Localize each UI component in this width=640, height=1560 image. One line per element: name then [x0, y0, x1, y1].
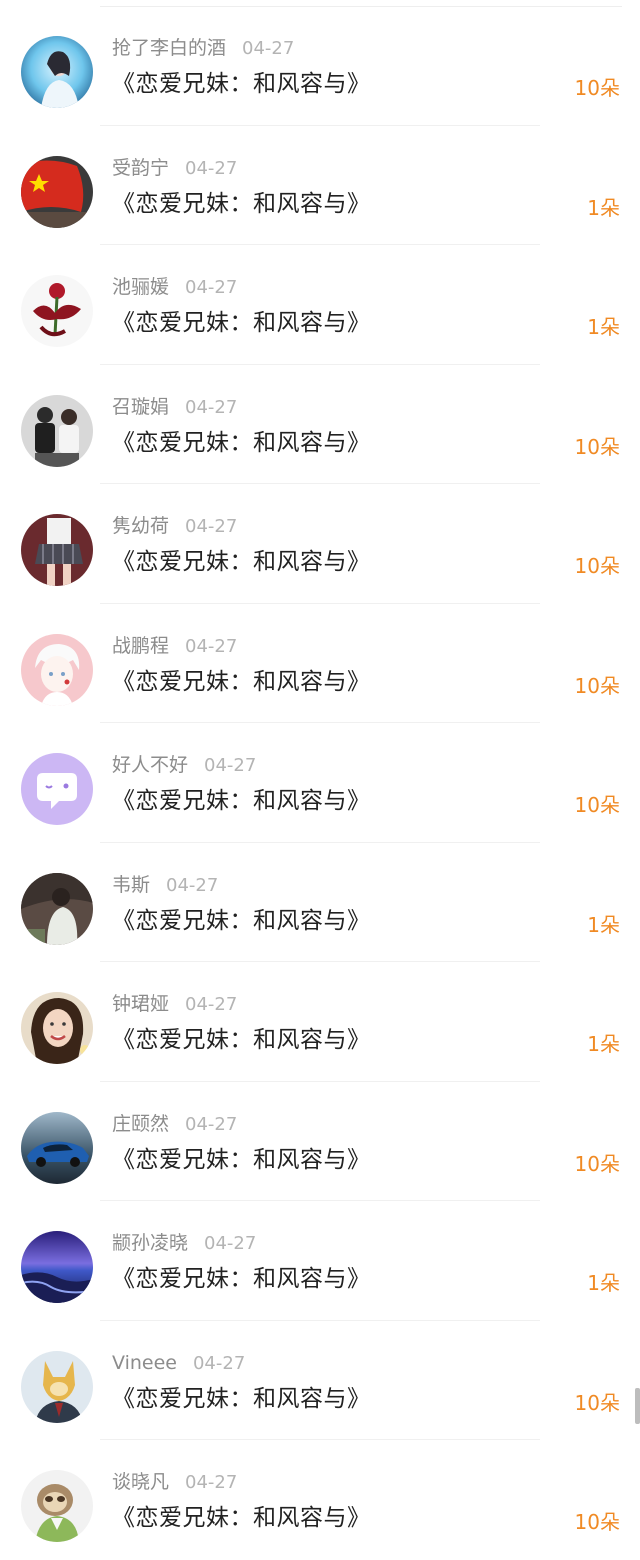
gift-count: 10朵 — [574, 673, 620, 698]
avatar-purple-chat-icon[interactable] — [21, 753, 93, 825]
item-meta: 好人不好 04-27 — [112, 751, 256, 779]
username[interactable]: 庄颐然 — [112, 1113, 169, 1135]
avatar-night-sea-icon[interactable] — [21, 1231, 93, 1303]
book-title[interactable]: 《恋爱兄妹：和风容与》 — [112, 905, 371, 937]
avatar-girl-dark-icon[interactable] — [21, 872, 93, 945]
gift-count: 1朵 — [587, 1032, 620, 1056]
item-meta: 庄颐然 04-27 — [112, 1110, 237, 1138]
avatar-sloth-icon[interactable] — [21, 1470, 93, 1542]
date: 04-27 — [185, 157, 238, 179]
username[interactable]: 召璇娟 — [112, 396, 169, 418]
gift-list: 抢了李白的酒 04-27 《恋爱兄妹：和风容与》 10朵 受韵宁 04-27 《恋爱… — [0, 0, 640, 1559]
date: 04-27 — [204, 755, 257, 776]
username[interactable]: 抢了李白的酒 — [112, 37, 226, 59]
gift-count: 10朵 — [574, 793, 620, 817]
list-item[interactable]: 好人不好 04-27 《恋爱兄妹：和风容与》 10朵 — [0, 723, 640, 843]
list-item[interactable]: 韦斯 04-27 《恋爱兄妹：和风容与》 1朵 — [0, 843, 640, 962]
username[interactable]: 战鹏程 — [112, 635, 169, 657]
list-item[interactable]: 受韵宁 04-27 《恋爱兄妹：和风容与》 1朵 — [0, 126, 640, 245]
item-meta: 谈晓凡 04-27 — [112, 1468, 237, 1496]
date: 04-27 — [185, 396, 238, 418]
item-meta: 颛孙凌晓 04-27 — [112, 1229, 256, 1257]
username[interactable]: 颛孙凌晓 — [112, 1232, 188, 1254]
item-meta: 抢了李白的酒 04-27 — [112, 34, 294, 62]
username[interactable]: 池骊媛 — [112, 276, 169, 298]
book-title[interactable]: 《恋爱兄妹：和风容与》 — [112, 68, 371, 100]
list-item[interactable]: 颛孙凌晓 04-27 《恋爱兄妹：和风容与》 1朵 — [0, 1201, 640, 1321]
gift-count: 1朵 — [587, 315, 620, 339]
date: 04-27 — [185, 635, 238, 657]
book-title[interactable]: 《恋爱兄妹：和风容与》 — [112, 188, 371, 220]
avatar-cartoon-fox-icon[interactable] — [21, 1350, 93, 1423]
username[interactable]: 谈晓凡 — [112, 1471, 169, 1493]
username[interactable]: 韦斯 — [112, 874, 150, 896]
gift-count: 10朵 — [574, 76, 620, 100]
book-title[interactable]: 《恋爱兄妹：和风容与》 — [112, 785, 371, 817]
date: 04-27 — [204, 1233, 257, 1254]
avatar-red-flag-icon[interactable] — [21, 155, 93, 228]
list-item[interactable]: 抢了李白的酒 04-27 《恋爱兄妹：和风容与》 10朵 — [0, 6, 640, 126]
gift-count: 10朵 — [574, 434, 620, 459]
gift-count: 1朵 — [587, 1271, 620, 1295]
gift-count: 10朵 — [574, 1510, 620, 1534]
avatar-dragon-rose-icon[interactable] — [21, 275, 93, 347]
item-meta: Vineee 04-27 — [112, 1349, 245, 1377]
date: 04-27 — [166, 874, 219, 896]
date: 04-27 — [242, 38, 295, 59]
username[interactable]: 好人不好 — [112, 754, 188, 776]
avatar-smiling-woman-icon[interactable] — [21, 992, 93, 1064]
date: 04-27 — [185, 1472, 238, 1493]
username[interactable]: 钟珺娅 — [112, 993, 169, 1015]
date: 04-27 — [185, 277, 238, 298]
book-title[interactable]: 《恋爱兄妹：和风容与》 — [112, 1024, 371, 1056]
book-title[interactable]: 《恋爱兄妹：和风容与》 — [112, 307, 371, 339]
scrollbar-thumb[interactable] — [635, 1388, 640, 1424]
date: 04-27 — [185, 516, 238, 537]
book-title[interactable]: 《恋爱兄妹：和风容与》 — [112, 1144, 371, 1176]
list-item[interactable]: 召璇娟 04-27 《恋爱兄妹：和风容与》 10朵 — [0, 365, 640, 484]
list-item[interactable]: 钟珺娅 04-27 《恋爱兄妹：和风容与》 1朵 — [0, 962, 640, 1082]
username[interactable]: 受韵宁 — [112, 157, 169, 179]
avatar-girl-plaid-skirt-icon[interactable] — [21, 514, 93, 586]
item-meta: 池骊媛 04-27 — [112, 273, 237, 301]
book-title[interactable]: 《恋爱兄妹：和风容与》 — [112, 1263, 371, 1295]
list-item[interactable]: 池骊媛 04-27 《恋爱兄妹：和风容与》 1朵 — [0, 245, 640, 365]
date: 04-27 — [185, 994, 238, 1015]
book-title[interactable]: 《恋爱兄妹：和风容与》 — [112, 427, 371, 459]
item-meta: 韦斯 04-27 — [112, 871, 218, 899]
list-item[interactable]: 隽幼荷 04-27 《恋爱兄妹：和风容与》 10朵 — [0, 484, 640, 604]
list-item[interactable]: 庄颐然 04-27 《恋爱兄妹：和风容与》 10朵 — [0, 1082, 640, 1201]
gift-count: 10朵 — [574, 1390, 620, 1415]
book-title[interactable]: 《恋爱兄妹：和风容与》 — [112, 1383, 371, 1415]
item-meta: 钟珺娅 04-27 — [112, 990, 237, 1018]
gift-count: 10朵 — [574, 1151, 620, 1176]
item-meta: 受韵宁 04-27 — [112, 154, 237, 182]
book-title[interactable]: 《恋爱兄妹：和风容与》 — [112, 666, 371, 698]
avatar-couple-icon[interactable] — [21, 394, 93, 467]
item-meta: 战鹏程 04-27 — [112, 632, 237, 660]
avatar-blue-car-icon[interactable] — [21, 1111, 93, 1184]
avatar-anime-boy-icon[interactable] — [21, 633, 93, 706]
item-meta: 隽幼荷 04-27 — [112, 512, 237, 540]
item-meta: 召璇娟 04-27 — [112, 393, 237, 421]
gift-count: 1朵 — [587, 912, 620, 937]
avatar-girl-blue-glow-icon[interactable] — [21, 36, 93, 108]
list-item[interactable]: Vineee 04-27 《恋爱兄妹：和风容与》 10朵 — [0, 1321, 640, 1440]
username[interactable]: Vineee — [112, 1352, 177, 1374]
book-title[interactable]: 《恋爱兄妹：和风容与》 — [112, 1502, 371, 1534]
gift-count: 1朵 — [587, 195, 620, 220]
username[interactable]: 隽幼荷 — [112, 515, 169, 537]
list-item[interactable]: 战鹏程 04-27 《恋爱兄妹：和风容与》 10朵 — [0, 604, 640, 723]
gift-count: 10朵 — [574, 554, 620, 578]
book-title[interactable]: 《恋爱兄妹：和风容与》 — [112, 546, 371, 578]
list-item[interactable]: 谈晓凡 04-27 《恋爱兄妹：和风容与》 10朵 — [0, 1440, 640, 1560]
date: 04-27 — [192, 1352, 246, 1374]
date: 04-27 — [185, 1113, 238, 1135]
